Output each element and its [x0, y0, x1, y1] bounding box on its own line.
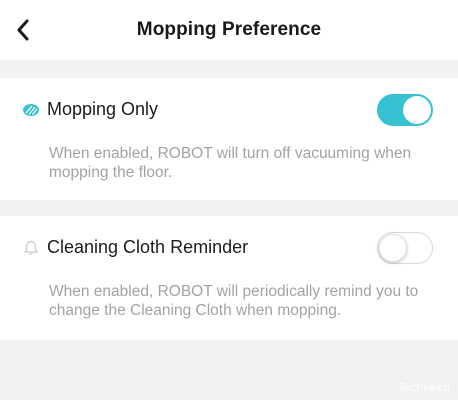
mopping-only-toggle[interactable]	[377, 94, 433, 126]
mopping-only-description: When enabled, ROBOT will turn off vacuum…	[49, 145, 412, 181]
mopping-only-label: Mopping Only	[47, 99, 159, 119]
cleaning-cloth-reminder-toggle[interactable]	[377, 232, 433, 264]
cleaning-cloth-reminder-label: Cleaning Cloth Reminder	[47, 237, 249, 257]
toggle-knob	[379, 233, 407, 262]
top-bar: Mopping Preference	[0, 0, 458, 60]
page-title: Mopping Preference	[136, 19, 322, 40]
cleaning-cloth-reminder-section: Cleaning Cloth Reminder When enabled, RO…	[0, 216, 458, 340]
cleaning-cloth-reminder-description: When enabled, ROBOT will periodically re…	[49, 283, 419, 319]
mopping-only-section: Mopping Only When enabled, ROBOT will tu…	[0, 78, 458, 200]
bell-icon	[24, 240, 38, 255]
mopping-only-row: Mopping Only	[0, 94, 458, 126]
watermark: Techveen	[398, 381, 450, 394]
back-button[interactable]	[10, 13, 36, 47]
mop-icon	[23, 104, 39, 116]
chevron-left-icon	[17, 19, 29, 41]
cleaning-cloth-reminder-row: Cleaning Cloth Reminder	[0, 232, 458, 264]
toggle-knob	[403, 96, 431, 124]
